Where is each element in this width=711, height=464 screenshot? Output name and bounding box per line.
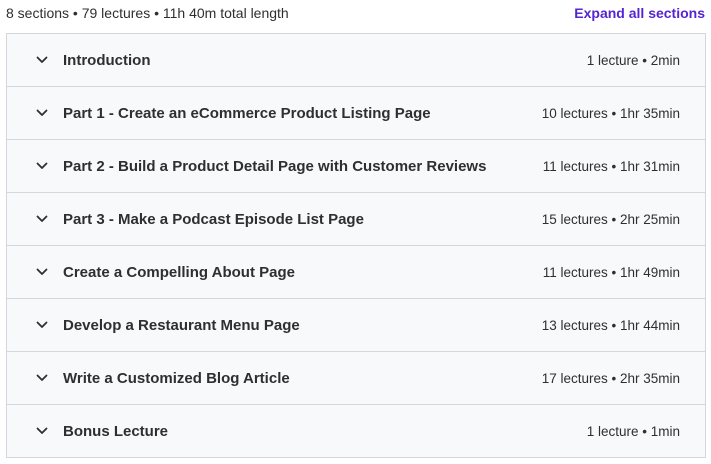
chevron-down-icon [35,159,49,173]
section-title: Introduction [63,51,151,69]
section-title: Bonus Lecture [63,422,169,440]
section-meta: 11 lectures • 1hr 31min [542,158,680,174]
section-header[interactable]: Introduction 1 lecture • 2min [7,34,705,87]
section-meta: 17 lectures • 2hr 35min [541,370,680,386]
section-header[interactable]: Part 2 - Build a Product Detail Page wit… [7,140,705,193]
sections-list: Introduction 1 lecture • 2min Part 1 - C… [6,33,706,458]
section-title: Part 3 - Make a Podcast Episode List Pag… [63,210,364,228]
chevron-down-icon [35,318,49,332]
chevron-down-icon [35,53,49,67]
section-title: Part 1 - Create an eCommerce Product Lis… [63,104,431,122]
section-meta: 1 lecture • 1min [586,423,680,439]
section-meta: 1 lecture • 2min [586,52,680,68]
section-meta: 11 lectures • 1hr 49min [542,264,680,280]
chevron-down-icon [35,424,49,438]
chevron-down-icon [35,106,49,120]
section-meta: 15 lectures • 2hr 25min [541,211,680,227]
section-header[interactable]: Part 3 - Make a Podcast Episode List Pag… [7,193,705,246]
section-header[interactable]: Bonus Lecture 1 lecture • 1min [7,405,705,457]
section-meta: 13 lectures • 1hr 44min [541,317,680,333]
course-summary-bar: 8 sections • 79 lectures • 11h 40m total… [6,0,706,26]
course-summary-text: 8 sections • 79 lectures • 11h 40m total… [6,5,289,21]
section-title: Write a Customized Blog Article [63,369,290,387]
course-content: 8 sections • 79 lectures • 11h 40m total… [0,0,711,464]
expand-all-sections-button[interactable]: Expand all sections [574,5,706,21]
chevron-down-icon [35,371,49,385]
section-header[interactable]: Develop a Restaurant Menu Page 13 lectur… [7,299,705,352]
section-title: Part 2 - Build a Product Detail Page wit… [63,157,487,175]
section-meta: 10 lectures • 1hr 35min [541,105,680,121]
section-header[interactable]: Create a Compelling About Page 11 lectur… [7,246,705,299]
section-title: Develop a Restaurant Menu Page [63,316,300,334]
section-header[interactable]: Write a Customized Blog Article 17 lectu… [7,352,705,405]
chevron-down-icon [35,265,49,279]
chevron-down-icon [35,212,49,226]
section-header[interactable]: Part 1 - Create an eCommerce Product Lis… [7,87,705,140]
section-title: Create a Compelling About Page [63,263,295,281]
